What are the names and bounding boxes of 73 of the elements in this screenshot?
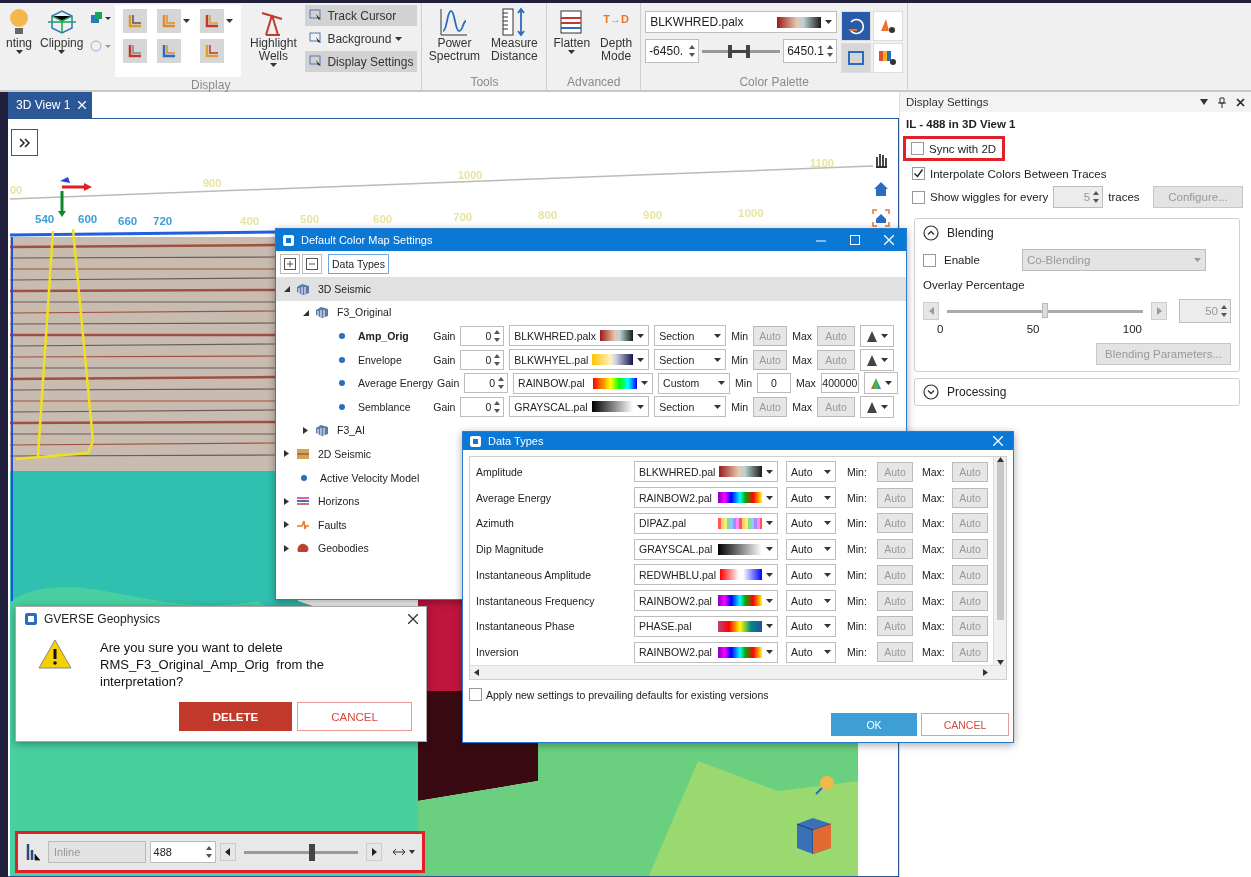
min-label: Min: [847,465,868,478]
data-type-name: Dip Magnitude [476,543,545,556]
axis-label: 540 [35,213,55,225]
axis-label: 1000 [738,207,764,219]
dialog-title: Default Color Map Settings [301,234,434,246]
max-label: Max: [922,594,946,607]
max-label: Max: [922,491,946,504]
axis-label: 700 [453,211,473,223]
data-type-name: Inversion [476,646,520,659]
max-label: Max [796,377,816,390]
max-label: Max: [922,465,946,478]
panel-title: Display Settings [906,96,990,108]
max-label: Max: [922,543,946,556]
section-title: Processing [947,385,1007,399]
group-label: Display [190,77,232,93]
min-label: Min [735,377,753,390]
data-type-name: Amplitude [476,465,524,478]
axis-label: 900 [643,209,663,221]
max-label: Max [792,353,812,366]
axis-label: 400 [240,215,260,227]
max-label: Max: [922,646,946,659]
min-label: Min: [847,620,868,633]
group-label: Advanced [566,74,622,90]
axis-label: 800 [538,209,558,221]
checkbox-label: Enable [944,254,981,266]
group-label: Tools [469,74,500,90]
group-label: Color Palette [738,74,810,90]
min-label: Min [731,330,749,342]
tick-label: 100 [1122,323,1142,335]
checkbox-label: Interpolate Colors Between Traces [930,167,1107,180]
min-label: Min [731,400,749,413]
dialog-title: GVERSE Geophysics [44,612,162,626]
min-label: Min: [847,543,868,556]
axis-label: 600 [373,213,393,225]
min-label: Min: [847,491,868,504]
data-type-name: Instantaneous Amplitude [476,568,592,581]
axis-label: 1000 [458,169,483,181]
tick-label: 50 [1026,323,1040,335]
gain-label: Gain [433,353,456,366]
gain-label: Gain [433,330,456,342]
data-type-name: Instantaneous Phase [476,620,576,633]
axis-label: 660 [118,215,138,227]
min-label: Min: [847,646,868,659]
field-label: Overlay Percentage [923,279,1026,291]
max-label: Max: [922,568,946,581]
axis-label: 900 [203,177,222,189]
gain-label: Gain [437,377,460,390]
data-type-name: Average Energy [476,491,553,504]
panel-subtitle: IL - 488 in 3D View 1 [906,118,1017,130]
max-label: Max: [922,517,946,530]
confirm-message: Are you sure you want to delete RMS_F3_Original_Amp_Orig from the interpretation? [100,639,325,690]
checkbox-label: Apply new settings to prevailing defaults for existing versions [486,688,769,701]
axis-label: 500 [300,213,320,225]
max-label: Max [792,330,812,342]
checkbox-label: Sync with 2D [929,142,997,155]
dialog-title: Data Types [488,435,545,447]
axis-label: 720 [153,215,173,227]
section-title: Blending [947,226,994,240]
unit-label: traces [1108,191,1140,203]
data-type-name: Azimuth [476,517,515,530]
max-label: Max: [922,620,946,633]
gain-label: Gain [433,400,456,413]
min-label: Min [731,353,749,366]
min-label: Min: [847,594,868,607]
min-label: Min: [847,517,868,530]
axis-label: 00 [10,184,23,196]
tick-label: 0 [937,323,944,335]
axis-label: 1100 [810,157,834,169]
min-label: Min: [847,568,868,581]
axis-label: 600 [78,213,98,225]
data-type-name: Instantaneous Frequency [476,594,596,607]
max-label: Max [792,400,812,413]
checkbox-label: Show wiggles for every [930,191,1049,203]
